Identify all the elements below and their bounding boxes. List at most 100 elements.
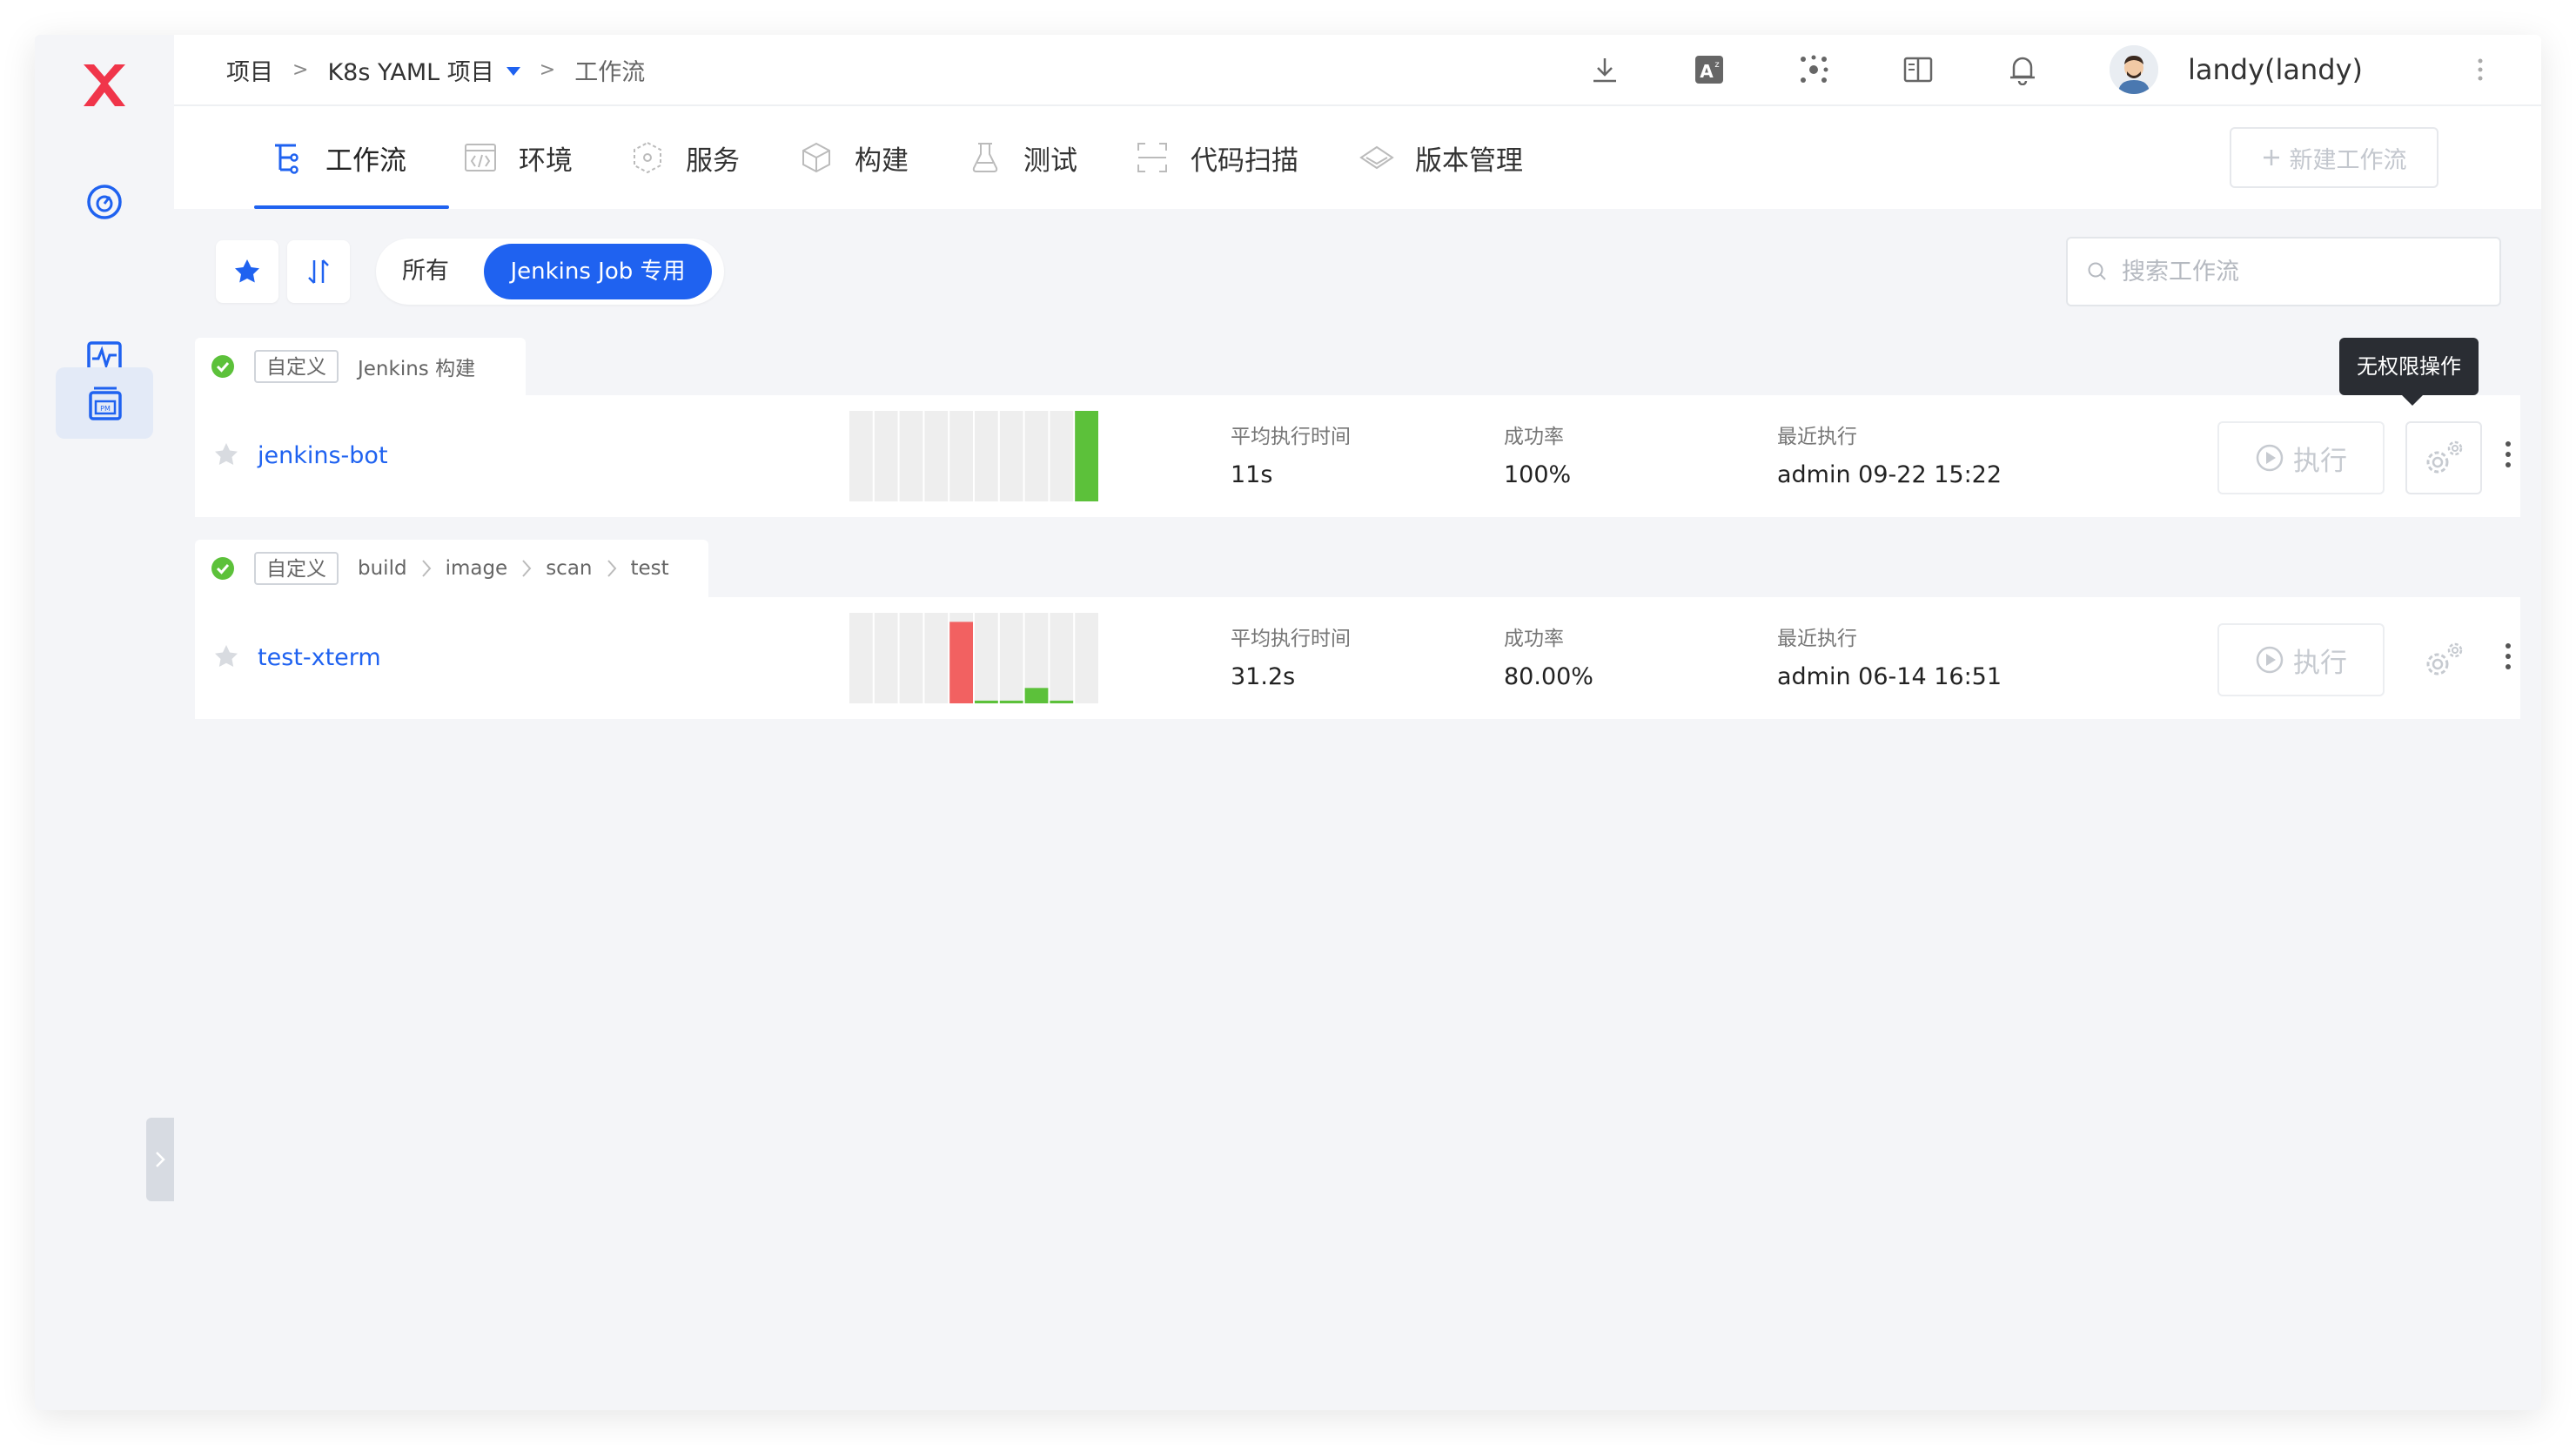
username[interactable]: landy(landy) [2188,35,2363,104]
search-input[interactable] [2120,257,2472,286]
gear-icon [2426,440,2463,474]
history-slot [999,613,1023,703]
workflow-card[interactable]: jenkins-bot 平均执行时间 11s 成功率 100% 最近执行 adm… [195,395,2520,517]
download-icon[interactable] [1584,49,1626,91]
tab-build[interactable]: 构建 [797,106,909,209]
breadcrumb-root[interactable]: 项目 [226,53,273,87]
play-icon [2256,646,2284,674]
avg-time-value: 31.2s [1231,663,1296,690]
tab-label: 服务 [686,144,740,177]
translate-icon[interactable]: Az [1688,49,1730,91]
tab-label: 代码扫描 [1191,144,1298,177]
active-tab-indicator [254,205,449,209]
plugin-icon[interactable] [1793,49,1835,91]
history-bar-success[interactable] [999,700,1023,703]
avatar[interactable] [2110,45,2158,94]
success-rate-value: 100% [1504,461,1572,488]
flask-icon [966,138,1004,177]
top-header: 项目 > K8s YAML 项目 > 工作流 Az landy(landy) [174,35,2541,106]
recent-run-label: 最近执行 [1777,628,1857,650]
workflow-stage-header: 自定义 Jenkins 构建 [195,338,526,395]
workflow-name[interactable]: test-xterm [258,597,381,719]
history-slot [1024,411,1049,501]
logo-icon[interactable] [77,57,132,113]
star-outline-icon[interactable] [212,440,240,468]
success-check-icon [211,557,234,580]
settings-button[interactable] [2405,421,2482,494]
service-icon [628,138,667,177]
breadcrumb-current: 工作流 [574,58,646,86]
tab-test[interactable]: 测试 [966,106,1077,209]
run-history-chart [849,613,1098,703]
history-slot [899,613,923,703]
history-slot [1050,613,1074,703]
chevron-right-icon [421,560,431,577]
bell-icon[interactable] [2002,49,2043,91]
docs-icon[interactable] [1897,49,1939,91]
permission-tooltip: 无权限操作 [2339,338,2479,406]
project-manage-icon[interactable]: PM [56,367,153,439]
success-rate-label: 成功率 [1504,628,1564,650]
sort-icon [308,259,329,284]
new-workflow-button[interactable]: 新建工作流 [2230,127,2438,188]
dashboard-icon[interactable] [80,178,129,226]
run-button[interactable]: 执行 [2217,421,2385,494]
tab-label: 版本管理 [1415,144,1523,177]
history-bar-success[interactable] [1024,688,1049,703]
more-vertical-icon[interactable] [2503,437,2513,472]
success-check-icon [211,355,234,378]
play-icon [2256,444,2284,472]
svg-text:A: A [1700,61,1714,82]
run-button[interactable]: 执行 [2217,623,2385,696]
breadcrumb: 项目 > K8s YAML 项目 > 工作流 [226,35,645,104]
history-slot [899,411,923,501]
tab-service[interactable]: 服务 [628,106,740,209]
more-vertical-icon[interactable] [2472,54,2489,85]
tab-label: 测试 [1023,144,1077,177]
stage-label: build [358,557,407,580]
new-workflow-label: 新建工作流 [2289,146,2407,174]
favorites-filter-button[interactable] [216,240,278,303]
left-rail: PM [35,35,174,1410]
tab-bar: 工作流 环境 服务 构建 测试 代码扫描 版本管理 新建工作流 [174,106,2541,209]
caret-down-icon[interactable] [506,67,520,76]
workflow-name[interactable]: jenkins-bot [258,395,388,517]
recent-run-label: 最近执行 [1777,426,1857,448]
collapse-toggle[interactable] [146,1118,174,1201]
settings-button[interactable] [2405,623,2482,696]
stage-label: Jenkins 构建 [358,358,476,380]
history-slot [874,411,898,501]
workflow-icon [268,138,306,177]
breadcrumb-project[interactable]: K8s YAML 项目 [327,53,493,87]
recent-run-value: admin 06-14 16:51 [1777,663,2002,690]
history-bar-success[interactable] [1075,411,1098,501]
history-bar-success[interactable] [1050,700,1074,703]
breadcrumb-separator: > [292,58,309,81]
tab-version[interactable]: 版本管理 [1358,106,1523,209]
tab-label: 工作流 [325,144,406,177]
tab-workflow[interactable]: 工作流 [268,106,406,209]
tab-code-scan[interactable]: 代码扫描 [1133,106,1298,209]
filter-jenkins-job[interactable]: Jenkins Job 专用 [484,244,712,299]
tab-label: 构建 [855,144,909,177]
star-outline-icon[interactable] [212,642,240,670]
filter-all[interactable]: 所有 [402,239,449,305]
history-slot [975,411,998,501]
chevron-right-icon [522,560,532,577]
run-history-chart [849,411,1098,501]
avg-time-value: 11s [1231,461,1273,488]
environment-icon [461,138,500,177]
history-slot [849,613,873,703]
history-slot [949,411,973,501]
tab-environment[interactable]: 环境 [461,106,573,209]
sort-button[interactable] [287,240,350,303]
avg-time-label: 平均执行时间 [1231,426,1351,448]
search-box [2066,237,2501,306]
view-filter-segment: 所有 Jenkins Job 专用 [376,239,724,305]
history-bar-success[interactable] [975,700,998,703]
workflow-card[interactable]: test-xterm 平均执行时间 31.2s 成功率 80.00% 最近执行 … [195,597,2520,719]
workflow-type-tag: 自定义 [254,552,339,585]
history-slot [849,411,873,501]
history-bar-failed[interactable] [949,622,973,703]
more-vertical-icon[interactable] [2503,639,2513,674]
